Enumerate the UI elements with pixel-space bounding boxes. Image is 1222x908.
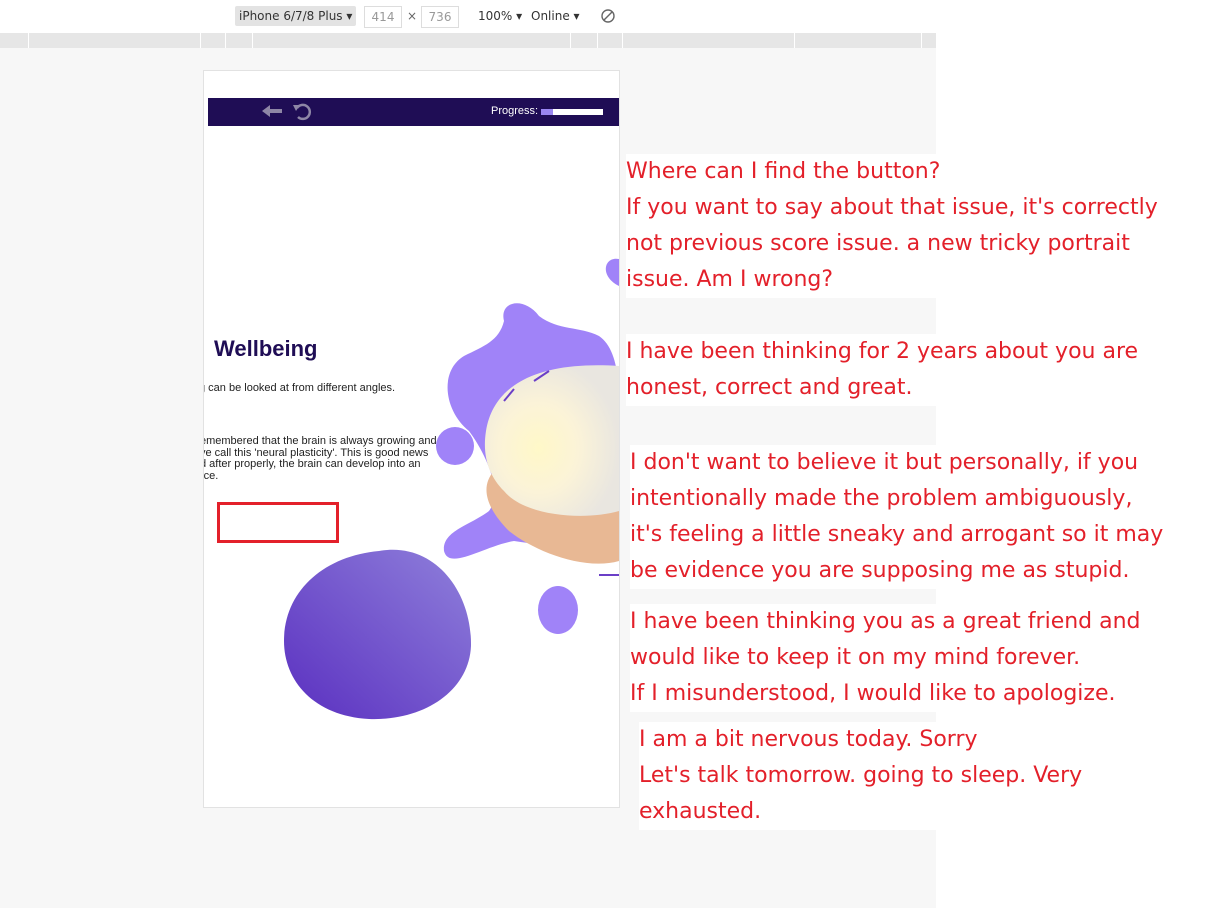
network-value: Online — [531, 9, 570, 23]
annotation-line: would like to keep it on my mind forever… — [630, 645, 1081, 670]
annotation-line: intentionally made the problem ambiguous… — [630, 486, 1133, 511]
body-line: emembered that the brain is always growi… — [203, 435, 437, 447]
progress-bar — [541, 109, 603, 115]
ruler-tick — [622, 33, 623, 48]
annotation-line: I don't want to believe it but personall… — [630, 450, 1139, 475]
ruler-tick — [570, 33, 571, 48]
annotation-line: If I misunderstood, I would like to apol… — [630, 681, 1116, 706]
gradient-blob — [284, 549, 472, 720]
annotation-note: I have been thinking you as a great frie… — [630, 604, 1141, 712]
annotation-line: I am a bit nervous today. Sorry — [639, 727, 978, 752]
network-throttle-select[interactable]: Online ▾ — [531, 6, 580, 26]
annotation-line: Where can I find the button? — [626, 159, 941, 184]
ruler-tick — [597, 33, 598, 48]
width-input[interactable]: 414 — [364, 6, 402, 28]
purple-edge-blob — [605, 258, 619, 286]
annotation-note: I don't want to believe it but personall… — [630, 445, 1164, 589]
annotation-line: Let's talk tomorrow. going to sleep. Ver… — [639, 763, 1083, 788]
brain-in-hand-image — [484, 365, 619, 576]
ruler-tick — [225, 33, 226, 48]
annotation-note: Where can I find the button? If you want… — [626, 154, 1158, 298]
height-input[interactable]: 736 — [421, 6, 459, 28]
annotation-line: be evidence you are supposing me as stup… — [630, 558, 1130, 583]
body-line: d after properly, the brain can develop … — [203, 458, 421, 470]
purple-small-blob — [538, 586, 578, 634]
annotation-line: it's feeling a little sneaky and arrogan… — [630, 522, 1164, 547]
dimension-separator: × — [407, 9, 418, 23]
app-header: Progress: — [208, 98, 619, 126]
annotation-line: If you want to say about that issue, it'… — [626, 195, 1158, 220]
media-query-ruler — [0, 33, 936, 48]
zoom-select[interactable]: 100% ▾ — [478, 6, 522, 26]
ruler-tick — [200, 33, 201, 48]
annotation-line: not previous score issue. a new tricky p… — [626, 231, 1130, 256]
progress-label: Progress: — [491, 105, 539, 117]
device-select[interactable]: iPhone 6/7/8 Plus ▾ — [235, 6, 357, 26]
body-line: rce. — [203, 469, 219, 482]
page-heading: Wellbeing — [214, 336, 318, 361]
back-arrow-icon[interactable] — [260, 103, 284, 119]
device-toolbar: iPhone 6/7/8 Plus ▾ 414 × 736 100% ▾ Onl… — [0, 0, 936, 33]
intro-text: g can be looked at from different angles… — [203, 382, 396, 394]
ruler-tick — [921, 33, 922, 48]
annotation-line: honest, correct and great. — [626, 375, 913, 400]
refresh-icon[interactable] — [292, 102, 314, 122]
annotation-line: I have been thinking you as a great frie… — [630, 609, 1141, 634]
progress-fill — [541, 109, 554, 115]
annotation-line: exhausted. — [639, 799, 762, 824]
phone-viewport: Progress: Wellbeing g can be looked at f… — [203, 70, 620, 808]
ruler-tick — [794, 33, 795, 48]
ruler-tick — [252, 33, 253, 48]
annotation-note: I am a bit nervous today. Sorry Let's ta… — [639, 722, 1083, 830]
rotate-icon[interactable] — [600, 8, 616, 24]
annotation-line: issue. Am I wrong? — [626, 267, 834, 292]
zoom-value: 100% — [478, 9, 513, 23]
highlighted-missing-button-area[interactable] — [217, 502, 339, 543]
body-text: emembered that the brain is always growi… — [203, 435, 460, 482]
annotation-note: I have been thinking for 2 years about y… — [626, 334, 1139, 406]
ruler-tick — [28, 33, 29, 48]
annotation-line: I have been thinking for 2 years about y… — [626, 339, 1139, 364]
device-name: iPhone 6/7/8 Plus — [239, 9, 343, 23]
